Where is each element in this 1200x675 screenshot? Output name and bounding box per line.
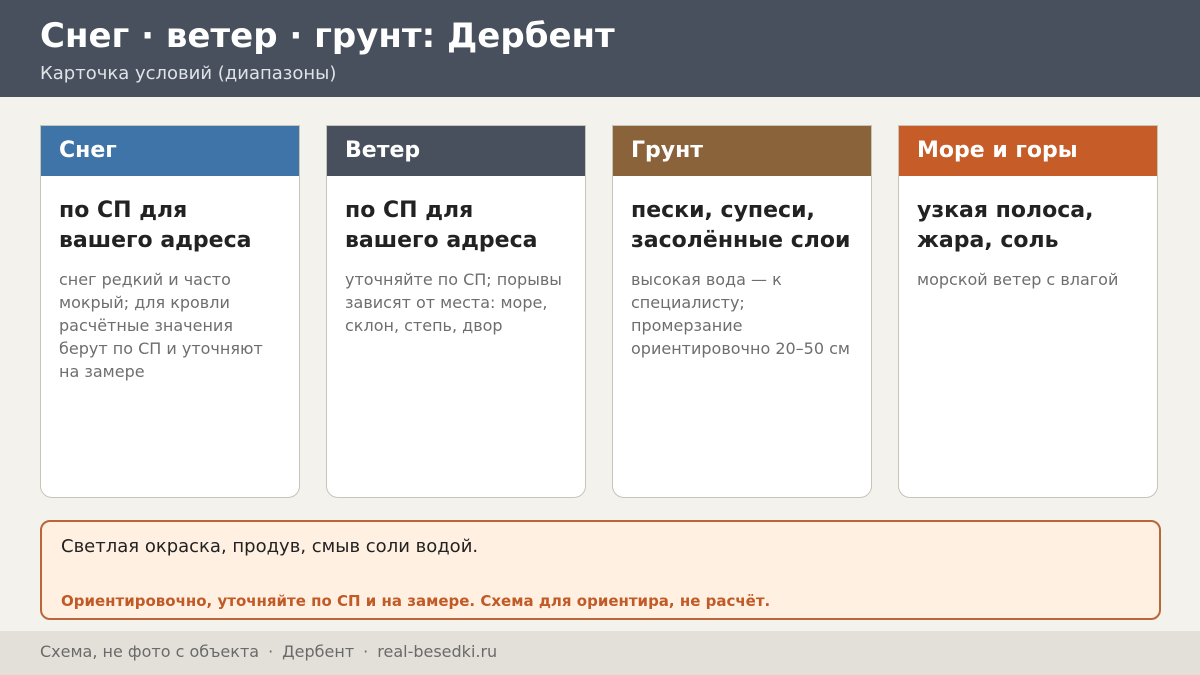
card-wind: Ветер по СП для вашего адреса уточняйте …	[326, 125, 586, 498]
disclaimer-text: Ориентировочно, уточняйте по СП и на зам…	[61, 592, 771, 610]
card-soil-header: Грунт	[613, 126, 871, 176]
card-soil-note: высокая вода — к специалисту; промерзани…	[631, 270, 850, 358]
footer-caption: Схема, не фото с объекта	[40, 642, 260, 661]
recommendation-text: Светлая окраска, продув, смыв соли водой…	[61, 536, 479, 557]
footer-city: Дербент	[282, 642, 355, 661]
card-soil: Грунт пески, супеси, засолённые слои выс…	[612, 125, 872, 498]
footer-text: Схема, не фото с объекта · Дербент · real-be…	[40, 640, 497, 664]
page-title: Снег · ветер · грунт: Дербент	[40, 16, 615, 56]
recommendation-box: Светлая окраска, продув, смыв соли водой…	[40, 520, 1161, 620]
card-sea-mountains: Море и горы узкая полоса, жара, соль мор…	[898, 125, 1158, 498]
card-sea-mountains-main: узкая полоса, жара, соль	[917, 198, 1094, 253]
card-snow: Снег по СП для вашего адреса снег редкий…	[40, 125, 300, 498]
card-wind-main: по СП для вашего адреса	[345, 198, 538, 253]
footer-site-link[interactable]: real-besedki.ru	[377, 642, 497, 661]
card-snow-header: Снег	[41, 126, 299, 176]
card-snow-note: снег редкий и часто мокрый; для кровли р…	[59, 270, 263, 381]
footer-separator: ·	[268, 642, 274, 661]
card-snow-main: по СП для вашего адреса	[59, 198, 252, 253]
card-sea-mountains-header: Море и горы	[899, 126, 1157, 176]
header-bar: Снег · ветер · грунт: Дербент Карточка у…	[0, 0, 1200, 97]
card-wind-note: уточняйте по СП; порывы зависят от места…	[345, 270, 562, 335]
card-wind-header: Ветер	[327, 126, 585, 176]
card-sea-mountains-note: морской ветер с влагой	[917, 270, 1119, 289]
footer-separator: ·	[363, 642, 369, 661]
page-subtitle: Карточка условий (диапазоны)	[40, 63, 337, 84]
card-soil-main: пески, супеси, засолённые слои	[631, 198, 851, 253]
footer-bar: Схема, не фото с объекта · Дербент · real-be…	[0, 631, 1200, 675]
